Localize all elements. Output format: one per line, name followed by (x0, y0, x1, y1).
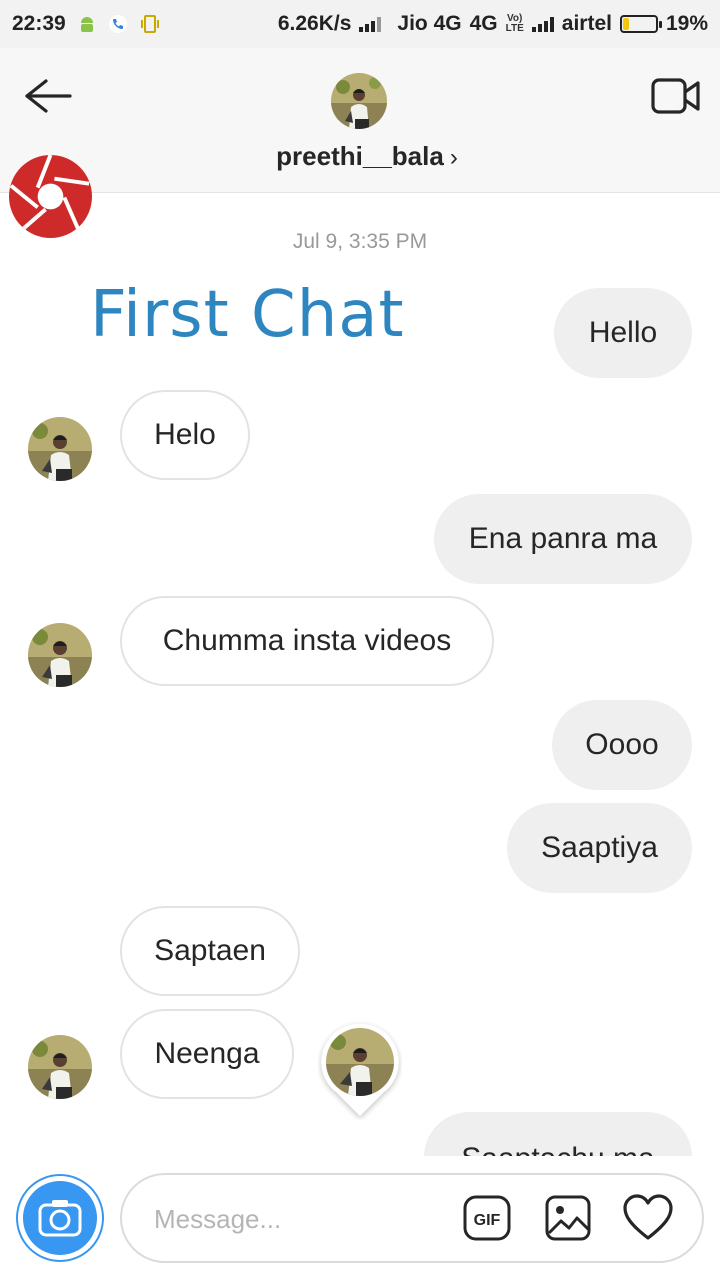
message-text: Neenga (154, 1037, 260, 1070)
date-timestamp: Jul 9, 3:35 PM (292, 230, 428, 253)
signal-icon (531, 16, 554, 32)
overlay-title: First Chat (90, 278, 405, 352)
message-text: Hello (588, 316, 658, 349)
video-call-icon (651, 78, 700, 114)
phone-call-icon (108, 14, 128, 34)
back-button[interactable] (20, 76, 76, 116)
chevron-right-icon: › (449, 144, 458, 171)
android-icon (78, 14, 96, 34)
vibrate-icon (140, 14, 160, 34)
message-text: Saaptiya (541, 831, 658, 864)
battery-percent: 19% (665, 12, 708, 35)
camera-icon (16, 1174, 104, 1262)
message-bubble-incoming[interactable]: Helo (120, 390, 250, 480)
volte-icon: Vo) LTE (505, 13, 524, 34)
network-speed: 6.26K/s (277, 12, 352, 35)
aperture-logo (8, 154, 93, 239)
video-call-button[interactable] (650, 74, 702, 118)
profile-avatar[interactable] (331, 73, 387, 129)
carrier-airtel: airtel (561, 12, 612, 35)
gallery-button[interactable] (545, 1195, 591, 1241)
status-bar: 22:39 6.26K/s Jio 4G 4G Vo) LTE airtel 19… (0, 0, 720, 48)
contact-avatar[interactable] (28, 417, 92, 481)
message-bubble-outgoing[interactable]: Hello (554, 288, 692, 378)
username: preethi__bala (276, 141, 444, 171)
message-text: Helo (154, 418, 216, 451)
network-type: 4G (469, 12, 498, 35)
message-bubble-outgoing[interactable]: Ena panra ma (434, 494, 692, 584)
camera-button[interactable] (16, 1174, 104, 1262)
carrier-jio: Jio 4G (397, 12, 462, 35)
image-icon (545, 1195, 591, 1241)
message-text: Ena panra ma (468, 522, 658, 555)
like-button[interactable] (622, 1193, 674, 1243)
back-arrow-icon (25, 79, 72, 113)
heart-icon (623, 1194, 673, 1240)
message-text: Saptaen (154, 934, 266, 967)
gif-label: GIF (474, 1212, 501, 1229)
message-bubble-incoming[interactable]: Chumma insta videos (120, 596, 494, 686)
message-text: Oooo (585, 728, 659, 761)
contact-avatar[interactable] (28, 623, 92, 687)
battery-icon (619, 15, 662, 33)
chat-header: preethi__bala › (0, 48, 720, 193)
status-time: 22:39 (12, 12, 66, 35)
message-bubble-outgoing[interactable]: Oooo (552, 700, 692, 790)
message-bubble-incoming[interactable]: Saptaen (120, 906, 300, 996)
signal-icon (359, 16, 382, 32)
username-link[interactable]: preethi__bala › (0, 141, 720, 172)
gif-icon: GIF (463, 1195, 511, 1241)
seen-indicator-avatar (321, 1023, 399, 1116)
message-bubble-outgoing[interactable]: Saaptiya (507, 803, 692, 893)
contact-avatar[interactable] (28, 1035, 92, 1099)
message-input[interactable] (152, 1196, 446, 1242)
message-text: Chumma insta videos (162, 624, 452, 657)
message-bubble-incoming[interactable]: Neenga (120, 1009, 294, 1099)
gif-button[interactable]: GIF (463, 1195, 511, 1241)
